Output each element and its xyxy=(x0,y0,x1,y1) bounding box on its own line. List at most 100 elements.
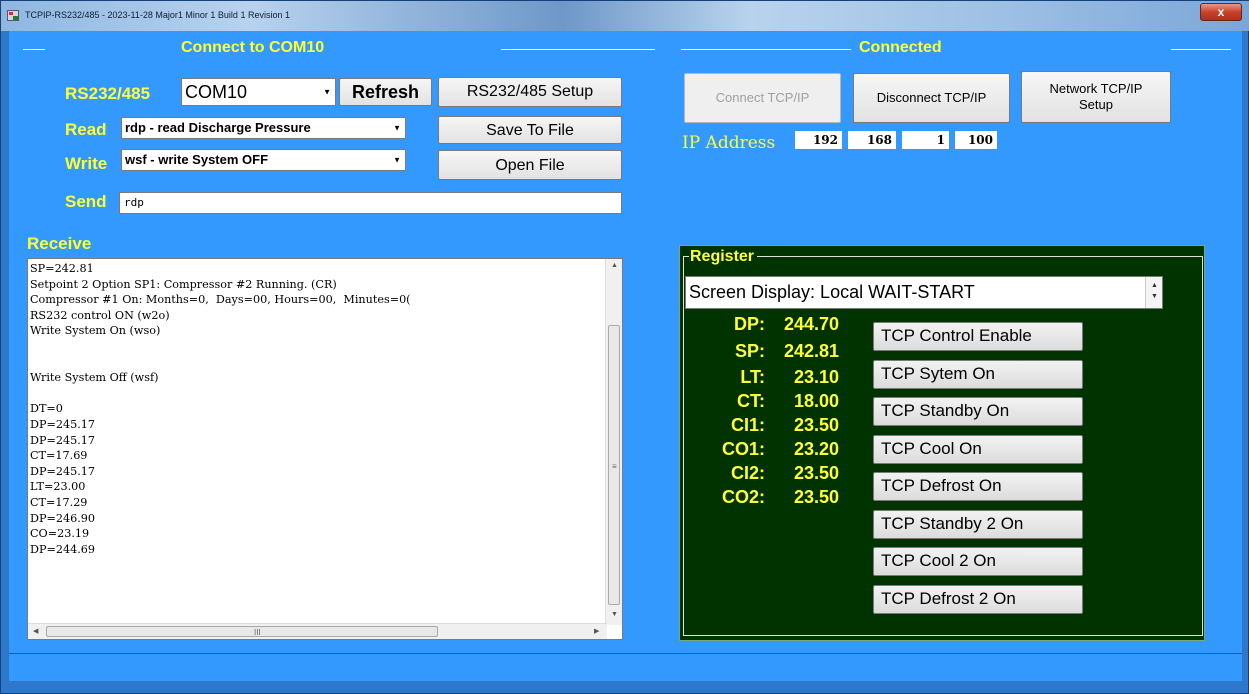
reading-key: LT: xyxy=(740,367,765,387)
register-reading: LT: 23.10 xyxy=(701,367,839,388)
vertical-scrollbar[interactable]: ▲ ≡ ▼ xyxy=(605,259,622,625)
scroll-down-icon[interactable]: ▼ xyxy=(611,611,618,618)
chevron-down-icon: ▼ xyxy=(393,155,401,165)
write-command-value: wsf - write System OFF xyxy=(125,152,269,167)
title-bar[interactable]: TCPIP-RS232/485 - 2023-11-28 Major1 Mino… xyxy=(1,1,1249,31)
horizontal-scroll-thumb[interactable]: III xyxy=(46,626,438,637)
network-setup-button[interactable]: Network TCP/IP Setup xyxy=(1021,71,1171,123)
refresh-button[interactable]: Refresh xyxy=(339,78,432,106)
write-command-select[interactable]: wsf - write System OFF ▼ xyxy=(121,149,406,171)
reading-value: 23.50 xyxy=(793,415,839,435)
receive-line: DP=244.69 xyxy=(30,542,96,556)
reading-key: CO1: xyxy=(721,439,765,459)
spin-down-icon[interactable]: ▼ xyxy=(1151,293,1158,300)
tcp-standby-2-on-button[interactable]: TCP Standby 2 On xyxy=(873,510,1083,539)
network-setup-label-1: Network TCP/IP xyxy=(1049,81,1143,96)
read-label: Read xyxy=(65,120,107,139)
ip-address-label: IP Address xyxy=(682,133,776,153)
register-reading: CI2: 23.50 xyxy=(701,463,839,484)
reading-key: CT: xyxy=(737,391,765,411)
receive-line: DP=245.17 xyxy=(30,464,96,478)
com-port-select[interactable]: COM10 ▼ xyxy=(181,78,336,106)
write-label: Write xyxy=(65,154,108,173)
network-setup-label-2: Setup xyxy=(1079,97,1113,112)
screen-display-field[interactable]: Screen Display: Local WAIT-START xyxy=(685,276,1163,309)
reading-key: SP: xyxy=(734,341,765,361)
connect-tcp-button[interactable]: Connect TCP/IP xyxy=(684,73,841,123)
receive-line: DP=245.17 xyxy=(30,433,96,447)
read-command-select[interactable]: rdp - read Discharge Pressure ▼ xyxy=(121,117,406,139)
ip-octet-4[interactable]: 100 xyxy=(955,131,997,149)
close-button[interactable]: x xyxy=(1200,3,1242,21)
reading-key: CI2: xyxy=(730,463,765,483)
reading-key: DP: xyxy=(734,314,765,334)
horizontal-scrollbar[interactable]: ◀ III ▶ xyxy=(28,623,607,639)
receive-line: DP=245.17 xyxy=(30,417,96,431)
rs232-setup-button[interactable]: RS232/485 Setup xyxy=(438,77,622,107)
window-title: TCPIP-RS232/485 - 2023-11-28 Major1 Mino… xyxy=(25,10,290,20)
vertical-scroll-thumb[interactable]: ≡ xyxy=(608,325,620,605)
scroll-grip-icon: III xyxy=(254,628,261,637)
tcp-defrost-on-button[interactable]: TCP Defrost On xyxy=(873,472,1083,501)
register-reading: CI1: 23.50 xyxy=(701,415,839,436)
register-title: Register xyxy=(689,248,758,266)
register-reading: CO1: 23.20 xyxy=(701,439,839,460)
ip-octet-2[interactable]: 168 xyxy=(848,131,896,149)
register-reading: DP: 244.70 xyxy=(701,314,839,335)
receive-line: CT=17.29 xyxy=(30,495,88,509)
tcp-group-border-right xyxy=(1171,49,1231,50)
receive-line: LT=23.00 xyxy=(30,480,86,494)
reading-value: 23.50 xyxy=(793,463,839,483)
ip-octet-3[interactable]: 1 xyxy=(902,131,949,149)
reading-value: 23.20 xyxy=(793,439,839,459)
tcp-group-border-left xyxy=(681,49,851,50)
receive-line xyxy=(30,386,608,402)
receive-line: CT=17.69 xyxy=(30,449,88,463)
receive-line: CO=23.19 xyxy=(30,527,90,541)
tcp-system-on-button[interactable]: TCP Sytem On xyxy=(873,360,1083,389)
receive-line: Setpoint 2 Option SP1: Compressor #2 Run… xyxy=(30,277,337,291)
chevron-down-icon: ▼ xyxy=(393,123,401,133)
save-to-file-button[interactable]: Save To File xyxy=(438,116,622,144)
tcp-cool-2-on-button[interactable]: TCP Cool 2 On xyxy=(873,547,1083,576)
app-icon xyxy=(7,10,19,21)
receive-line: SP=242.81 xyxy=(30,262,94,275)
register-reading: CO2: 23.50 xyxy=(701,487,839,508)
reading-key: CO2: xyxy=(721,487,765,507)
receive-log: SP=242.81 Setpoint 2 Option SP1: Compress… xyxy=(30,261,608,623)
scroll-left-icon[interactable]: ◀ xyxy=(33,627,38,635)
reading-value: 23.10 xyxy=(793,367,839,387)
scroll-grip-icon: ≡ xyxy=(612,462,617,471)
receive-line xyxy=(30,339,608,355)
receive-textbox[interactable]: SP=242.81 Setpoint 2 Option SP1: Compress… xyxy=(27,258,623,640)
register-reading: CT: 18.00 xyxy=(701,391,839,412)
send-input[interactable]: rdp xyxy=(119,192,622,214)
tcp-defrost-2-on-button[interactable]: TCP Defrost 2 On xyxy=(873,585,1083,614)
receive-line: Write System Off (wsf) xyxy=(30,371,159,385)
tcp-standby-on-button[interactable]: TCP Standby On xyxy=(873,397,1083,426)
receive-line: Compressor #1 On: Months=0, Days=00, Hou… xyxy=(30,293,411,307)
ip-octet-1[interactable]: 192 xyxy=(795,131,842,149)
receive-line xyxy=(30,355,608,371)
com-group-border-left xyxy=(23,49,45,50)
app-window: TCPIP-RS232/485 - 2023-11-28 Major1 Mino… xyxy=(0,0,1249,694)
receive-line: RS232 control ON (w2o) xyxy=(30,308,170,322)
com-port-value: COM10 xyxy=(185,82,248,102)
read-command-value: rdp - read Discharge Pressure xyxy=(125,120,311,135)
status-strip xyxy=(9,653,1242,681)
scroll-up-icon[interactable]: ▲ xyxy=(611,262,618,269)
reading-value: 18.00 xyxy=(793,391,839,411)
open-file-button[interactable]: Open File xyxy=(438,150,622,180)
tcp-control-enable-button[interactable]: TCP Control Enable xyxy=(873,322,1083,351)
reading-value: 242.81 xyxy=(783,341,839,361)
reading-value: 23.50 xyxy=(793,487,839,507)
register-reading: SP: 242.81 xyxy=(701,341,839,362)
receive-line: DP=246.90 xyxy=(30,511,96,525)
reading-key: CI1: xyxy=(730,415,765,435)
disconnect-tcp-button[interactable]: Disconnect TCP/IP xyxy=(853,73,1010,123)
reading-value: 244.70 xyxy=(783,314,839,334)
spin-up-icon[interactable]: ▲ xyxy=(1151,282,1158,289)
scroll-right-icon[interactable]: ▶ xyxy=(594,627,599,635)
screen-display-spinner[interactable]: ▲ ▼ xyxy=(1145,277,1162,308)
tcp-cool-on-button[interactable]: TCP Cool On xyxy=(873,435,1083,464)
